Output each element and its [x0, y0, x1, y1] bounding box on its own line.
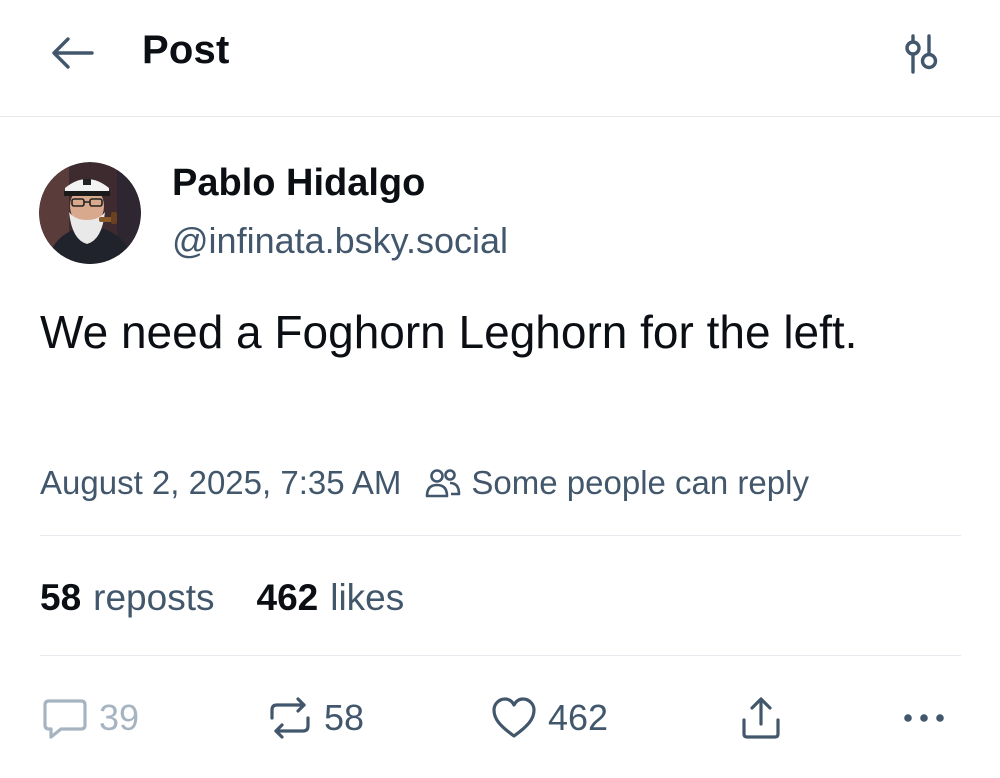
ellipsis-icon: [900, 708, 948, 728]
likes-label: likes: [330, 577, 405, 618]
reply-setting-label: Some people can reply: [471, 464, 809, 501]
top-bar: Post: [0, 0, 1000, 117]
more-options-button[interactable]: [900, 690, 958, 746]
share-button[interactable]: [737, 690, 795, 746]
author-handle[interactable]: @infinata.bsky.social: [172, 220, 508, 262]
engagement-stats: 58 reposts 462 likes: [40, 574, 446, 622]
reply-setting[interactable]: Some people can reply: [401, 464, 809, 502]
reply-button[interactable]: 39: [41, 690, 139, 746]
back-button[interactable]: [44, 30, 100, 80]
likes-count: 462: [256, 577, 319, 618]
thread-settings-button[interactable]: [895, 32, 947, 80]
post-text: We need a Foghorn Leghorn for the left.: [40, 306, 858, 358]
repost-button[interactable]: 58: [266, 690, 364, 746]
share-icon: [737, 694, 785, 742]
like-count: 462: [548, 697, 609, 738]
reposts-label: reposts: [93, 577, 215, 618]
reposts-count: 58: [40, 577, 82, 618]
reply-count: 39: [99, 697, 140, 738]
author-avatar[interactable]: [39, 162, 141, 264]
repost-icon: [266, 696, 314, 740]
divider: [40, 655, 961, 656]
likes-stat[interactable]: 462 likes: [257, 577, 405, 619]
author-display-name[interactable]: Pablo Hidalgo: [172, 162, 425, 205]
people-icon: [425, 467, 461, 499]
speech-bubble-icon: [41, 696, 89, 740]
like-button[interactable]: 462: [490, 690, 608, 746]
repost-count: 58: [324, 697, 365, 738]
sliders-icon: [899, 32, 943, 81]
heart-icon: [490, 696, 538, 740]
arrow-left-icon: [48, 35, 96, 76]
page-title: Post: [142, 28, 230, 72]
reposts-stat[interactable]: 58 reposts: [40, 577, 215, 619]
divider: [40, 535, 961, 536]
post-actions-bar: 39 58 462: [0, 690, 1000, 746]
post-meta: August 2, 2025, 7:35 AM Some people can …: [40, 461, 809, 505]
post-timestamp: August 2, 2025, 7:35 AM: [40, 464, 402, 501]
